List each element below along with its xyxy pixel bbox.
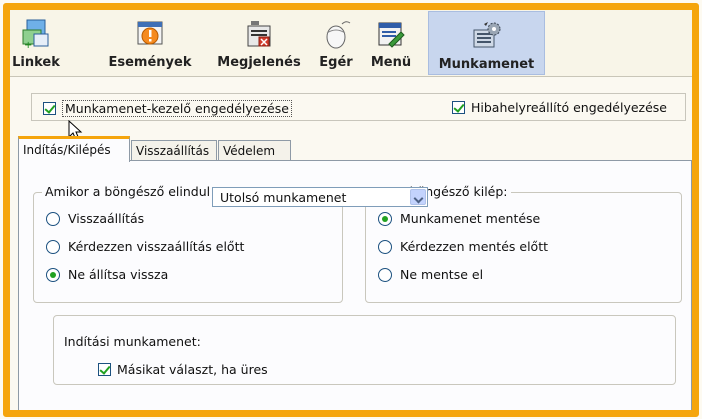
- radio-label: Kérdezzen mentés előtt: [400, 239, 548, 254]
- exit-group: Ha a böngésző kilép: Munkamenet mentése …: [365, 184, 682, 303]
- toolbar-label: Menü: [370, 55, 412, 70]
- toolbar-item-links[interactable]: + Linkek: [12, 10, 60, 76]
- toolbar-item-events[interactable]: Események: [106, 10, 194, 76]
- exit-option-dont-save[interactable]: Ne mentse el: [378, 267, 483, 282]
- toolbar-item-session[interactable]: Munkamenet: [428, 11, 545, 75]
- exit-option-ask[interactable]: Kérdezzen mentés előtt: [378, 239, 548, 254]
- tab-protection[interactable]: Védelem: [218, 140, 291, 161]
- tab-startup-exit[interactable]: Indítás/Kilépés: [18, 136, 130, 162]
- crash-recovery-checkbox[interactable]: Hibahelyreállító engedélyezése: [452, 100, 667, 115]
- mouse-icon: [320, 18, 352, 50]
- checkbox-checked-icon[interactable]: [98, 363, 111, 376]
- fallback-checkbox[interactable]: Másikat választ, ha üres: [98, 362, 268, 377]
- toolbar-label: Megjelenés: [217, 55, 301, 70]
- session-manager-label: Munkamenet-kezelő engedélyezése: [62, 100, 292, 117]
- startup-option-dont-restore[interactable]: Ne állítsa vissza: [46, 267, 168, 282]
- preferences-window: + Linkek Események Megjelenés Egér Menü …: [3, 3, 699, 417]
- radio-label: Ne mentse el: [400, 267, 484, 282]
- radio-selected-icon[interactable]: [378, 211, 392, 226]
- toolbar-item-menu[interactable]: Menü: [365, 10, 417, 76]
- toolbar-label: Munkamenet: [438, 57, 535, 72]
- session-icon: [471, 20, 503, 52]
- session-manager-checkbox[interactable]: Munkamenet-kezelő engedélyezése: [43, 100, 292, 117]
- events-icon: [134, 18, 166, 50]
- checkbox-checked-icon[interactable]: [452, 101, 465, 114]
- checkbox-checked-icon[interactable]: [43, 102, 56, 115]
- startup-group: Amikor a böngésző elindul Visszaállítás …: [33, 184, 343, 303]
- fallback-label: Másikat választ, ha üres: [117, 362, 268, 377]
- menu-icon: [375, 18, 407, 50]
- session-options-row: Munkamenet-kezelő engedélyezése Hibahely…: [31, 93, 686, 121]
- toolbar-item-appearance[interactable]: Megjelenés: [211, 10, 307, 76]
- toolbar-label: Események: [108, 55, 192, 70]
- startup-option-restore[interactable]: Visszaállítás: [46, 211, 144, 226]
- radio-label: Ne állítsa vissza: [68, 267, 169, 282]
- toolbar-label: Linkek: [12, 55, 60, 70]
- radio-label: Visszaállítás: [68, 211, 145, 226]
- svg-text:+: +: [24, 40, 32, 50]
- radio-icon[interactable]: [378, 239, 392, 254]
- startup-group-legend: Amikor a böngésző elindul: [42, 184, 214, 199]
- startup-option-ask[interactable]: Kérdezzen visszaállítás előtt: [46, 239, 244, 254]
- radio-label: Munkamenet mentése: [400, 211, 541, 226]
- startup-session-select[interactable]: Utolsó munkamenet: [212, 187, 428, 207]
- startup-session-label: Indítási munkamenet:: [64, 334, 201, 349]
- startup-session-value: Utolsó munkamenet: [220, 190, 347, 205]
- radio-label: Kérdezzen visszaállítás előtt: [68, 239, 245, 254]
- chevron-down-icon[interactable]: [410, 189, 426, 205]
- appearance-icon: [243, 18, 275, 50]
- links-icon: +: [20, 18, 52, 51]
- crash-recovery-label: Hibahelyreállító engedélyezése: [471, 100, 667, 115]
- tab-restore[interactable]: Visszaállítás: [131, 140, 217, 161]
- radio-icon[interactable]: [378, 267, 392, 282]
- radio-selected-icon[interactable]: [46, 267, 60, 282]
- radio-icon[interactable]: [46, 211, 60, 226]
- toolbar-label: Egér: [319, 55, 353, 70]
- exit-option-save[interactable]: Munkamenet mentése: [378, 211, 540, 226]
- category-toolbar: + Linkek Események Megjelenés Egér Menü …: [10, 10, 692, 77]
- radio-icon[interactable]: [46, 239, 60, 254]
- toolbar-item-mouse[interactable]: Egér: [314, 10, 358, 76]
